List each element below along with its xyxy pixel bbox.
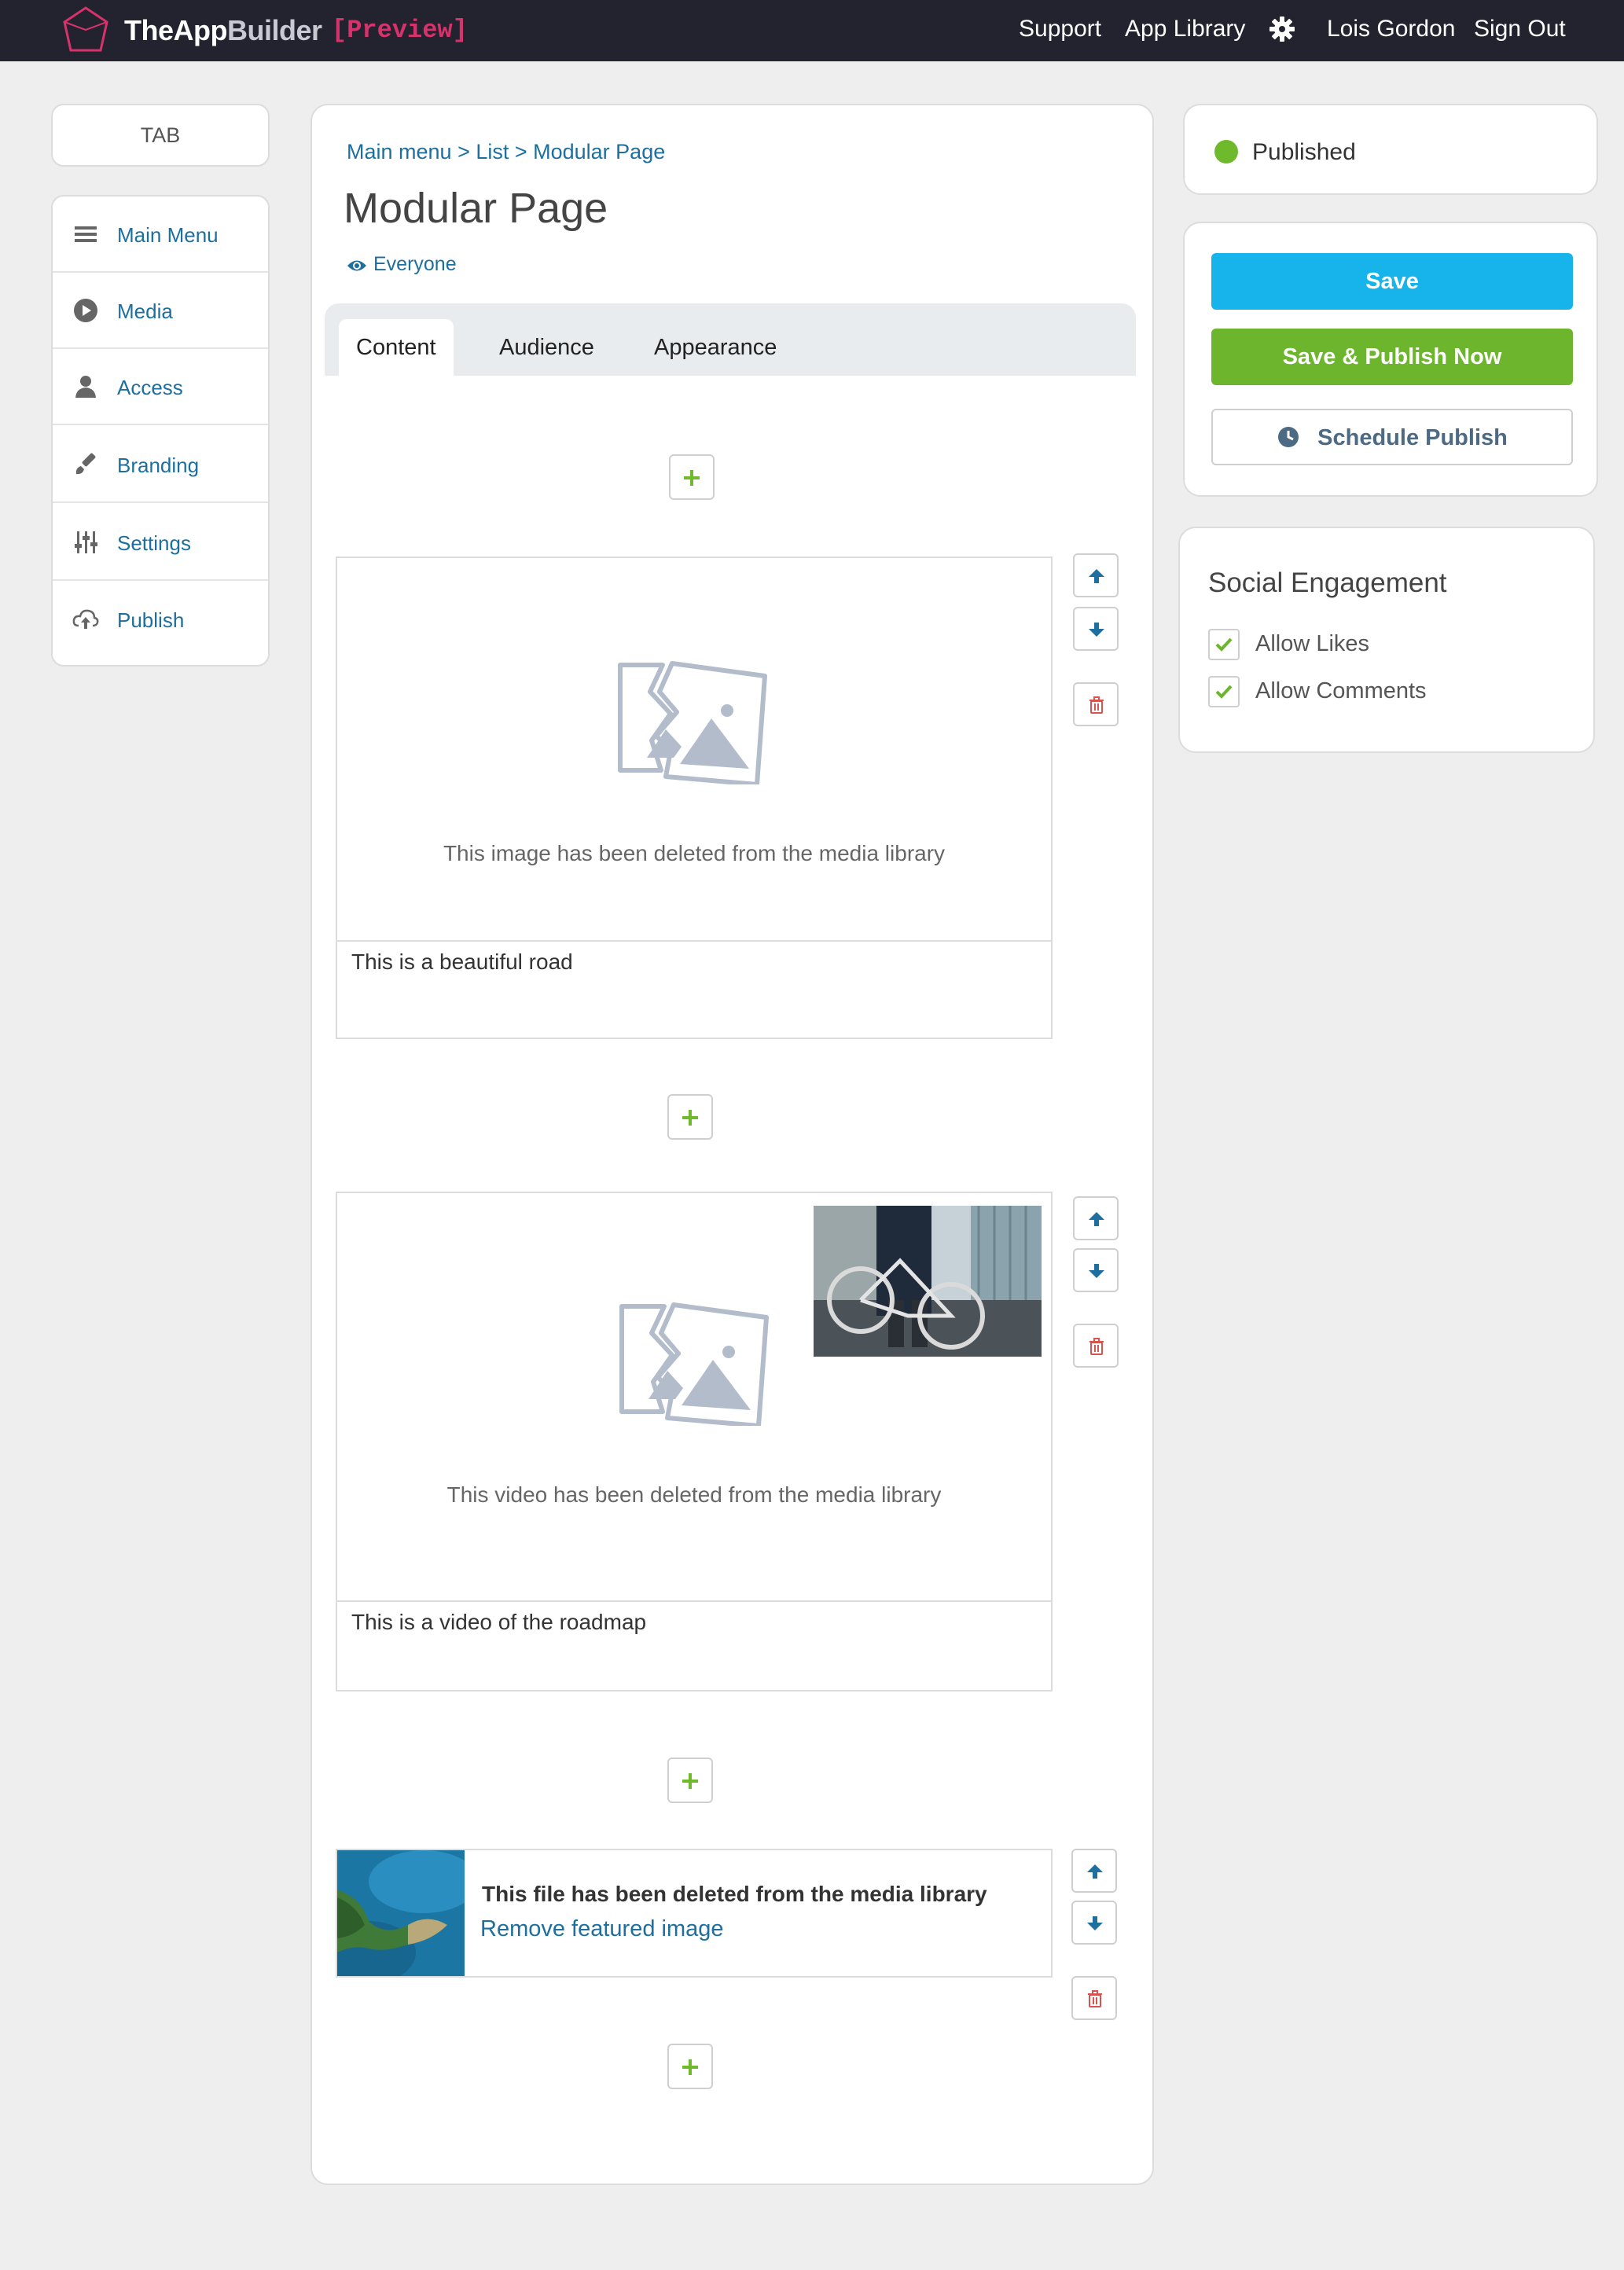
clock-icon: [1278, 427, 1299, 447]
add-block-button[interactable]: [667, 1094, 713, 1140]
deleted-message: This video has been deleted from the med…: [446, 1482, 942, 1507]
sidebar-item-label: Main Menu: [117, 223, 219, 247]
nav-app-library[interactable]: App Library: [1125, 16, 1245, 42]
social-engagement-card: Social Engagement Allow Likes Allow Comm…: [1178, 527, 1595, 753]
delete-block-button[interactable]: [1073, 682, 1119, 726]
add-block-button[interactable]: [667, 1758, 713, 1803]
trash-icon: [1089, 1338, 1104, 1355]
caption-text: This is a beautiful road: [351, 950, 573, 974]
video-thumbnail: [814, 1206, 1042, 1357]
arrow-down-icon: [1089, 1264, 1104, 1278]
user-icon: [75, 376, 96, 398]
move-up-button[interactable]: [1071, 1849, 1117, 1893]
tab-appearance[interactable]: Appearance: [637, 319, 794, 376]
sliders-icon: [75, 531, 97, 553]
status-label: Published: [1252, 139, 1356, 165]
move-down-button[interactable]: [1071, 1901, 1117, 1945]
video-block[interactable]: This video has been deleted from the med…: [336, 1192, 1053, 1691]
status-indicator: [1214, 140, 1238, 163]
sidebar-item-label: Publish: [117, 608, 185, 632]
brand-main: TheApp: [124, 14, 227, 46]
brush-icon: [75, 453, 96, 475]
eye-icon: [347, 260, 366, 271]
check-icon: [1215, 685, 1233, 699]
tab-bar: Content Audience Appearance: [325, 303, 1136, 376]
brand-name[interactable]: TheAppBuilder: [124, 14, 322, 47]
page-title: Modular Page: [344, 185, 608, 232]
allow-comments-checkbox[interactable]: [1208, 676, 1240, 707]
save-button[interactable]: Save: [1211, 253, 1573, 310]
broken-image-icon: [619, 1302, 769, 1426]
nav-sign-out[interactable]: Sign Out: [1474, 16, 1566, 42]
gear-icon[interactable]: [1269, 16, 1295, 42]
move-up-button[interactable]: [1073, 1196, 1119, 1240]
hamburger-icon: [75, 226, 97, 242]
tab-content[interactable]: Content: [339, 319, 454, 376]
schedule-publish-label: Schedule Publish: [1317, 425, 1508, 450]
sidebar-item-settings[interactable]: Settings: [53, 505, 268, 581]
deleted-message: This file has been deleted from the medi…: [482, 1882, 987, 1906]
trash-icon: [1089, 696, 1104, 714]
move-up-button[interactable]: [1073, 553, 1119, 597]
image-block[interactable]: This image has been deleted from the med…: [336, 556, 1053, 1039]
caption-field[interactable]: This is a video of the roadmap: [337, 1600, 1051, 1690]
caption-field[interactable]: This is a beautiful road: [337, 940, 1051, 1038]
sidebar-item-publish[interactable]: Publish: [53, 582, 268, 658]
sidebar-item-label: Media: [117, 299, 173, 323]
publish-actions-card: Save Save & Publish Now Schedule Publish: [1183, 222, 1598, 497]
remove-featured-image-link[interactable]: Remove featured image: [480, 1916, 724, 1942]
user-name[interactable]: Lois Gordon: [1327, 16, 1455, 42]
caption-text: This is a video of the roadmap: [351, 1610, 647, 1634]
sidebar-item-media[interactable]: Media: [53, 273, 268, 349]
arrow-up-icon: [1089, 1212, 1104, 1226]
nav-support[interactable]: Support: [1019, 16, 1101, 42]
sidebar-item-main-menu[interactable]: Main Menu: [53, 197, 268, 273]
arrow-down-icon: [1089, 623, 1104, 637]
audience-label: Everyone: [373, 253, 457, 275]
file-thumbnail: [337, 1850, 465, 1976]
top-bar: TheAppBuilder [Preview] Support App Libr…: [0, 0, 1624, 61]
editor-panel: Main menu > List > Modular Page Modular …: [310, 104, 1154, 2185]
add-block-button[interactable]: [667, 2044, 713, 2089]
tab-selector[interactable]: TAB: [51, 104, 270, 167]
deleted-message: This image has been deleted from the med…: [443, 841, 946, 865]
arrow-up-icon: [1089, 569, 1104, 583]
sidebar-item-access[interactable]: Access: [53, 349, 268, 425]
broken-image-icon: [618, 661, 767, 784]
play-icon: [74, 299, 97, 322]
sidebar-item-label: Access: [117, 376, 183, 399]
status-card: Published: [1183, 104, 1598, 195]
allow-likes-label: Allow Likes: [1255, 631, 1370, 656]
preview-badge: [Preview]: [332, 16, 468, 45]
move-down-button[interactable]: [1073, 1248, 1119, 1292]
brand-builder: Builder: [226, 14, 322, 46]
save-publish-button[interactable]: Save & Publish Now: [1211, 329, 1573, 385]
sidebar-item-branding[interactable]: Branding: [53, 427, 268, 503]
logo-mark[interactable]: [60, 5, 112, 57]
sidebar-item-label: Settings: [117, 531, 191, 555]
tab-audience[interactable]: Audience: [482, 319, 612, 376]
add-block-button[interactable]: [669, 454, 715, 500]
audience-link[interactable]: Everyone: [347, 253, 457, 276]
breadcrumb[interactable]: Main menu > List > Modular Page: [347, 140, 665, 164]
schedule-publish-button[interactable]: Schedule Publish: [1211, 409, 1573, 465]
social-title: Social Engagement: [1208, 568, 1447, 598]
arrow-down-icon: [1087, 1916, 1103, 1930]
cloud-upload-icon: [72, 609, 99, 629]
delete-block-button[interactable]: [1071, 1976, 1117, 2020]
delete-block-button[interactable]: [1073, 1324, 1119, 1368]
trash-icon: [1088, 1990, 1102, 2007]
sidebar-menu: Main Menu Media Access Branding Settings…: [51, 195, 270, 667]
check-icon: [1215, 637, 1233, 652]
arrow-up-icon: [1087, 1864, 1103, 1879]
file-block[interactable]: This file has been deleted from the medi…: [336, 1849, 1053, 1978]
allow-comments-label: Allow Comments: [1255, 678, 1427, 703]
allow-likes-checkbox[interactable]: [1208, 629, 1240, 660]
sidebar-item-label: Branding: [117, 454, 200, 477]
move-down-button[interactable]: [1073, 607, 1119, 651]
